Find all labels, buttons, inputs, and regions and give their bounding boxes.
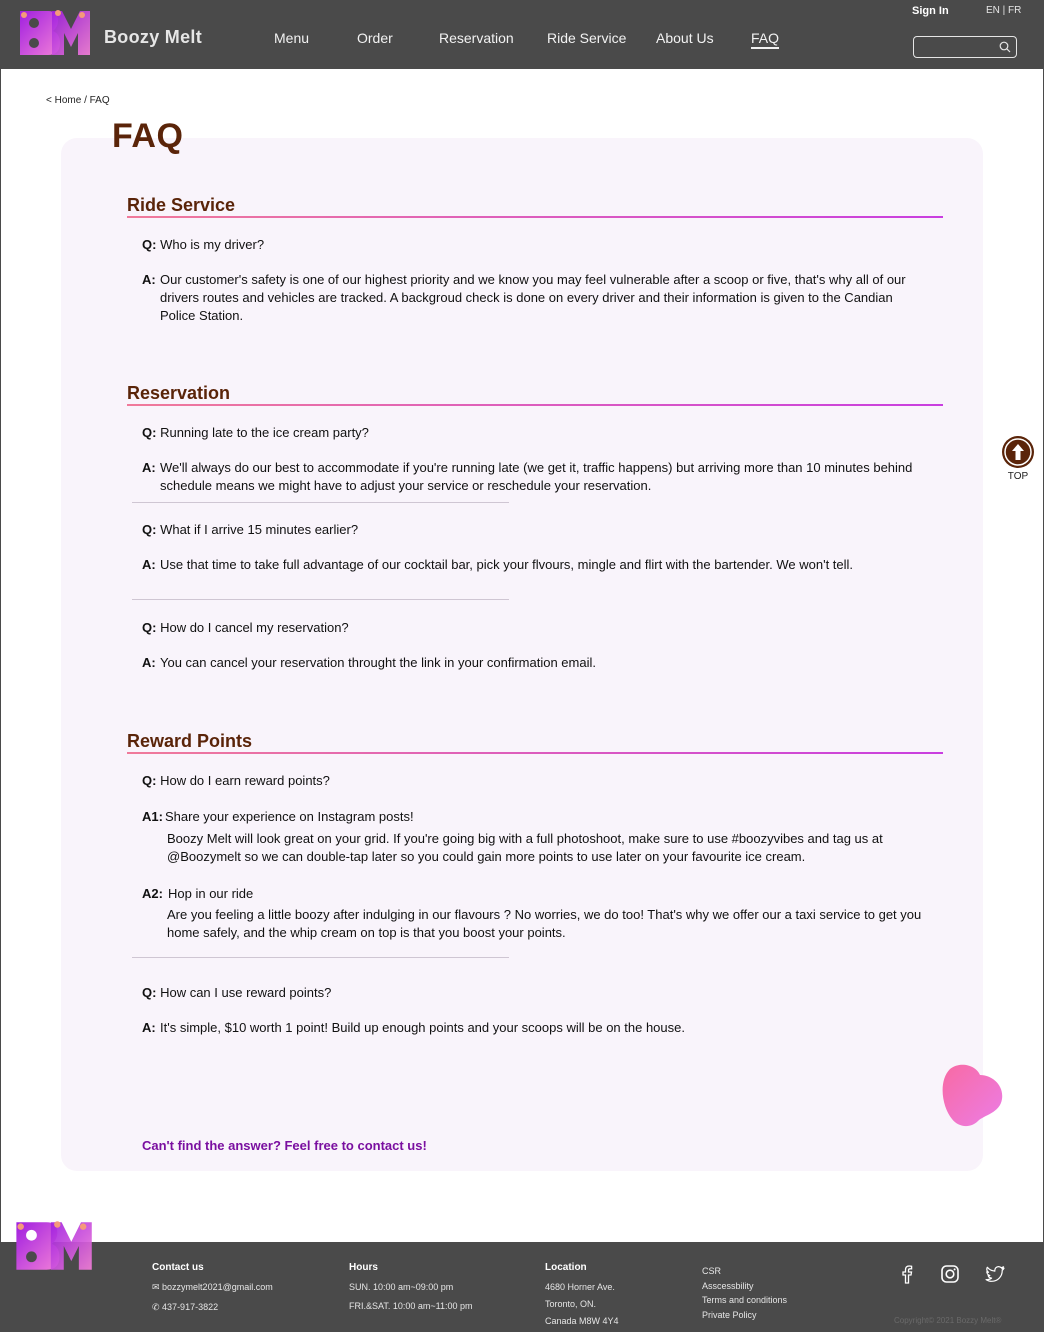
footer-location-title: Location xyxy=(545,1262,587,1273)
sign-in-link[interactable]: Sign In xyxy=(912,5,949,17)
answer-text: Are you feeling a little boozy after ind… xyxy=(167,907,922,940)
instagram-icon[interactable] xyxy=(939,1263,961,1285)
faq-question: Q: How do I cancel my reservation? xyxy=(142,620,349,635)
answer-text: We'll always do our best to accommodate … xyxy=(160,460,913,493)
nav-ride-service[interactable]: Ride Service xyxy=(547,30,626,46)
phone-icon: ✆ xyxy=(152,1302,163,1312)
question-label: Q: xyxy=(142,522,157,537)
back-to-top-label[interactable]: TOP xyxy=(1001,471,1035,482)
nav-menu[interactable]: Menu xyxy=(274,30,309,46)
search-box[interactable] xyxy=(913,36,1017,58)
footer-hours-title: Hours xyxy=(349,1262,378,1273)
answer-label: A2: xyxy=(142,886,163,901)
question-label: Q: xyxy=(142,985,157,1000)
question-label: Q: xyxy=(142,425,157,440)
top-navbar: Boozy Melt Menu Order Reservation Ride S… xyxy=(1,0,1044,69)
answer-text: Our customer's safety is one of our high… xyxy=(160,272,906,323)
faq-question: Q: Who is my driver? xyxy=(142,237,264,252)
answer-label: A: xyxy=(142,557,156,572)
faq-question: Q: How do I earn reward points? xyxy=(142,773,330,788)
footer-link-terms[interactable]: Terms and conditions xyxy=(702,1295,787,1305)
back-to-top-button[interactable]: TOP xyxy=(1001,436,1035,484)
answer-label: A: xyxy=(142,272,156,287)
footer-link-privacy[interactable]: Private Policy xyxy=(702,1310,757,1320)
footer-location-line: 4680 Horner Ave. xyxy=(545,1282,615,1292)
footer-link-csr[interactable]: CSR xyxy=(702,1266,721,1276)
language-switcher[interactable]: EN | FR xyxy=(986,5,1021,16)
footer-link-accessibility[interactable]: Asscessbility xyxy=(702,1281,754,1291)
question-label: Q: xyxy=(142,237,157,252)
nav-faq[interactable]: FAQ xyxy=(751,30,780,49)
section-title-reward-points: Reward Points xyxy=(127,731,253,751)
contact-us-link[interactable]: Can't find the answer? Feel free to cont… xyxy=(142,1138,427,1153)
copyright-text: Copyright© 2021 Bozzy Melt® xyxy=(894,1316,1002,1325)
answer-label: A: xyxy=(142,1020,156,1035)
faq-divider xyxy=(132,502,509,503)
section-title-reservation: Reservation xyxy=(127,383,231,403)
answer-text: Boozy Melt will look great on your grid.… xyxy=(167,831,883,864)
footer-hours-line: SUN. 10:00 am~09:00 pm xyxy=(349,1282,454,1292)
email-text[interactable]: bozzymelt2021@gmail.com xyxy=(162,1282,273,1292)
arrow-up-icon[interactable] xyxy=(1002,436,1034,468)
brand-logo-icon[interactable] xyxy=(18,7,90,59)
answer-text: It's simple, $10 worth 1 point! Build up… xyxy=(160,1020,685,1035)
answer-text: Use that time to take full advantage of … xyxy=(160,557,854,572)
section-divider xyxy=(127,216,943,218)
question-text: Who is my driver? xyxy=(160,237,265,252)
faq-divider xyxy=(132,599,509,600)
section-divider xyxy=(127,752,943,754)
footer-location-line: Toronto, ON. xyxy=(545,1299,597,1309)
mail-icon: ✉ xyxy=(152,1282,163,1292)
page: Boozy Melt Menu Order Reservation Ride S… xyxy=(0,0,1044,1332)
answer-label: A: xyxy=(142,460,156,475)
answer-label: A1: xyxy=(142,809,163,824)
nav-reservation[interactable]: Reservation xyxy=(439,30,514,46)
decorative-blob-icon xyxy=(942,1064,1003,1127)
twitter-icon[interactable] xyxy=(984,1263,1006,1285)
question-text: How do I cancel my reservation? xyxy=(160,620,349,635)
phone-text[interactable]: 437-917-3822 xyxy=(162,1302,218,1312)
answer-text: You can cancel your reservation throught… xyxy=(160,655,596,670)
faq-question: Q: How can I use reward points? xyxy=(142,985,331,1000)
breadcrumb[interactable]: < Home / FAQ xyxy=(46,95,110,106)
footer-hours-line: FRI.&SAT. 10:00 am~11:00 pm xyxy=(349,1301,473,1311)
nav-about-us[interactable]: About Us xyxy=(656,30,714,46)
question-text: How do I earn reward points? xyxy=(160,773,330,788)
search-icon[interactable] xyxy=(999,41,1011,53)
footer-location-line: Canada M8W 4Y4 xyxy=(545,1316,619,1326)
footer-logo-icon[interactable] xyxy=(14,1218,92,1274)
question-text: What if I arrive 15 minutes earlier? xyxy=(160,522,359,537)
question-label: Q: xyxy=(142,620,157,635)
answer-subtitle: Share your experience on Instagram posts… xyxy=(165,809,414,824)
footer-email[interactable]: ✉ bozzymelt2021@gmail.com xyxy=(152,1282,273,1293)
question-label: Q: xyxy=(142,773,157,788)
page-title: FAQ xyxy=(112,117,184,155)
footer-phone[interactable]: ✆ 437-917-3822 xyxy=(152,1302,218,1313)
question-text: How can I use reward points? xyxy=(160,985,332,1000)
answer-subtitle: Hop in our ride xyxy=(168,886,254,901)
faq-question: Q: What if I arrive 15 minutes earlier? xyxy=(142,522,358,537)
faq-question: Q: Running late to the ice cream party? xyxy=(142,425,369,440)
footer-contact-title: Contact us xyxy=(152,1262,204,1273)
question-text: Running late to the ice cream party? xyxy=(160,425,369,440)
section-title-ride-service: Ride Service xyxy=(127,195,236,215)
facebook-icon[interactable] xyxy=(896,1263,918,1285)
brand-name[interactable]: Boozy Melt xyxy=(104,27,202,48)
search-input[interactable] xyxy=(914,38,994,56)
answer-label: A: xyxy=(142,655,156,670)
faq-divider xyxy=(132,957,509,958)
nav-order[interactable]: Order xyxy=(357,30,393,46)
section-divider xyxy=(127,404,943,406)
